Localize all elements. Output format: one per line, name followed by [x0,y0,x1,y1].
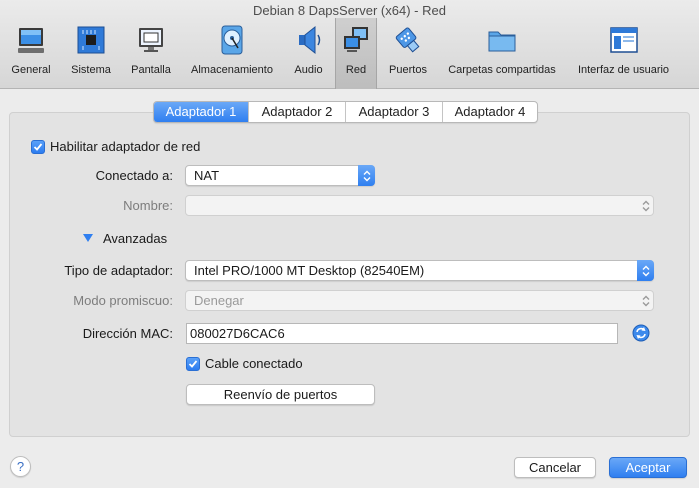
network-icon [344,27,368,52]
toolbar-red[interactable]: Red [335,18,377,89]
checkmark-icon [188,360,198,368]
port-forwarding-button[interactable]: Reenvío de puertos [186,384,375,405]
toolbar-almacenamiento[interactable]: Almacenamiento [182,20,282,82]
refresh-mac-icon[interactable] [632,324,650,342]
display-icon [139,28,163,52]
help-button[interactable]: ? [10,456,31,477]
enable-adapter-label[interactable]: Habilitar adaptador de red [50,139,200,154]
attached-to-label: Conectado a: [95,168,173,183]
monitor-screen-icon [18,28,44,53]
toolbar-puertos[interactable]: Puertos [377,20,439,82]
tab-adaptador-2[interactable]: Adaptador 2 [249,102,346,122]
toolbar-sistema[interactable]: Sistema [62,20,120,82]
up-down-arrows-icon [637,195,654,216]
name-label: Nombre: [123,198,173,213]
cancel-button[interactable]: Cancelar [514,457,596,478]
cable-connected-label[interactable]: Cable conectado [205,356,303,371]
tab-adaptador-1[interactable]: Adaptador 1 [154,102,249,122]
cable-connected-checkbox[interactable] [186,357,200,371]
window-title: Debian 8 DapsServer (x64) - Red [253,3,446,18]
promiscuous-mode-select[interactable]: Denegar [185,290,654,311]
chip-board-icon [77,26,105,54]
mac-address-input[interactable]: 080027D6CAC6 [186,323,618,344]
toolbar-general[interactable]: General [0,20,62,82]
adapter-type-select[interactable]: Intel PRO/1000 MT Desktop (82540EM) [185,260,654,281]
attached-to-select[interactable]: NAT [185,165,375,186]
mac-address-label: Dirección MAC: [82,326,173,341]
checkmark-icon [33,143,43,151]
serial-port-icon [395,27,420,53]
folder-icon [488,31,516,52]
accept-button[interactable]: Aceptar [609,457,687,478]
disclosure-triangle-icon[interactable] [83,234,93,242]
toolbar-pantalla[interactable]: Pantalla [120,20,182,82]
toolbar-interfaz-de-usuario[interactable]: Interfaz de usuario [565,20,682,82]
toolbar-carpetas-compartidas[interactable]: Carpetas compartidas [439,20,565,82]
adapter-type-label: Tipo de adaptador: [64,263,173,278]
tab-adaptador-4[interactable]: Adaptador 4 [443,102,537,122]
adapter-tabs: Adaptador 1 Adaptador 2 Adaptador 3 Adap… [153,101,538,123]
up-down-arrows-icon [637,260,654,281]
advanced-toggle-label[interactable]: Avanzadas [103,231,167,246]
toolbar-audio[interactable]: Audio [282,20,335,82]
up-down-arrows-icon [637,290,654,311]
name-select[interactable] [185,195,654,216]
window-ui-icon [609,27,638,53]
tab-adaptador-3[interactable]: Adaptador 3 [346,102,443,122]
up-down-arrows-icon [358,165,375,186]
speaker-icon [298,25,320,55]
promiscuous-mode-label: Modo promiscuo: [73,293,173,308]
toolbar: Debian 8 DapsServer (x64) - Red General … [0,0,699,89]
hard-disk-icon [221,25,243,55]
enable-adapter-checkbox[interactable] [31,140,45,154]
